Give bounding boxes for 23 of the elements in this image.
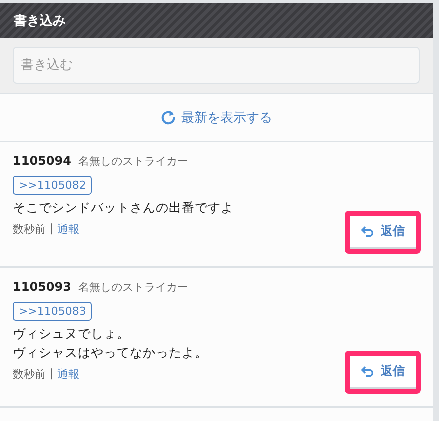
report-link[interactable]: 通報 [58, 222, 80, 237]
report-link[interactable]: 通報 [58, 366, 80, 382]
refresh-link[interactable]: 最新を表示する [160, 108, 272, 126]
author-name: 名無しのストライカー [78, 280, 188, 295]
post-message-line: ヴィシュヌでしょ。 [13, 325, 130, 343]
reply-button[interactable]: 返信 [350, 356, 416, 389]
post-number: 1105093 [13, 280, 72, 294]
post-message-line: そこでシンドバットさんの出番ですよ [13, 199, 234, 217]
post-message-line: ヴィシャスはやってなかったよ。 [13, 344, 208, 362]
author-name: 名無しのストライカー [78, 154, 188, 169]
post-time: 数秒前 [13, 366, 46, 382]
compose-input[interactable]: 書き込む [13, 47, 420, 84]
reply-anchor-link[interactable]: >>1105082 [13, 176, 92, 195]
reply-icon [361, 366, 375, 378]
reply-button[interactable]: 返信 [350, 216, 416, 249]
separator: | [50, 222, 54, 237]
section-title: 書き込み [14, 12, 66, 30]
refresh-icon [160, 110, 176, 125]
reply-anchor-link[interactable]: >>1105083 [13, 302, 92, 321]
reply-icon [361, 226, 375, 238]
separator: | [50, 366, 54, 382]
post-time: 数秒前 [13, 222, 46, 237]
post-number: 1105094 [13, 154, 72, 168]
